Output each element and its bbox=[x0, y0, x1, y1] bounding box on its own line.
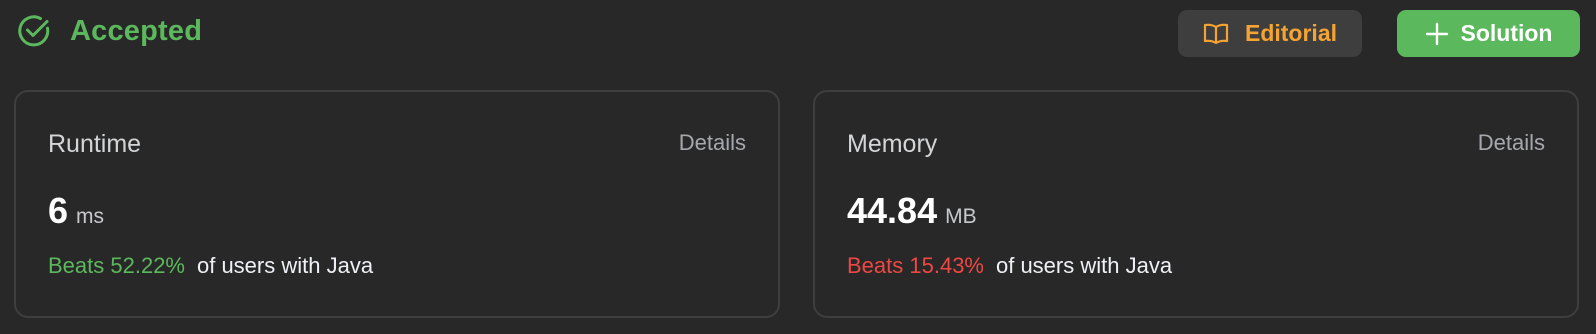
memory-beats-suffix: of users with Java bbox=[995, 253, 1173, 278]
book-open-icon bbox=[1203, 23, 1229, 44]
runtime-beats-row: Beats 52.22% of users with Java bbox=[48, 253, 373, 279]
runtime-card[interactable]: Runtime Details 6 ms Beats 52.22% of use… bbox=[14, 90, 780, 318]
memory-details-link[interactable]: Details bbox=[1478, 130, 1545, 156]
submission-status: Accepted bbox=[16, 13, 202, 49]
runtime-title: Runtime bbox=[48, 130, 142, 158]
add-solution-button[interactable]: Solution bbox=[1397, 10, 1580, 57]
memory-unit: MB bbox=[945, 205, 977, 228]
plus-icon bbox=[1425, 22, 1448, 45]
memory-value-row: 44.84 MB bbox=[847, 190, 977, 232]
memory-beats-row: Beats 15.43% of users with Java bbox=[847, 253, 1172, 279]
runtime-unit: ms bbox=[76, 205, 105, 228]
runtime-beats-suffix: of users with Java bbox=[196, 253, 374, 278]
memory-title: Memory bbox=[847, 130, 938, 158]
memory-value: 44.84 bbox=[847, 190, 938, 231]
check-circle-icon bbox=[18, 15, 50, 47]
memory-beats-percent: Beats 15.43% bbox=[847, 253, 984, 278]
runtime-beats-percent: Beats 52.22% bbox=[48, 253, 185, 278]
memory-card[interactable]: Memory Details 44.84 MB Beats 15.43% of … bbox=[813, 90, 1579, 318]
runtime-details-link[interactable]: Details bbox=[679, 130, 746, 156]
runtime-value-row: 6 ms bbox=[48, 190, 104, 232]
editorial-button-label: Editorial bbox=[1244, 20, 1337, 46]
solution-button-label: Solution bbox=[1460, 20, 1553, 46]
runtime-value: 6 bbox=[48, 190, 69, 231]
status-label: Accepted bbox=[70, 14, 203, 47]
editorial-button[interactable]: Editorial bbox=[1178, 10, 1362, 57]
